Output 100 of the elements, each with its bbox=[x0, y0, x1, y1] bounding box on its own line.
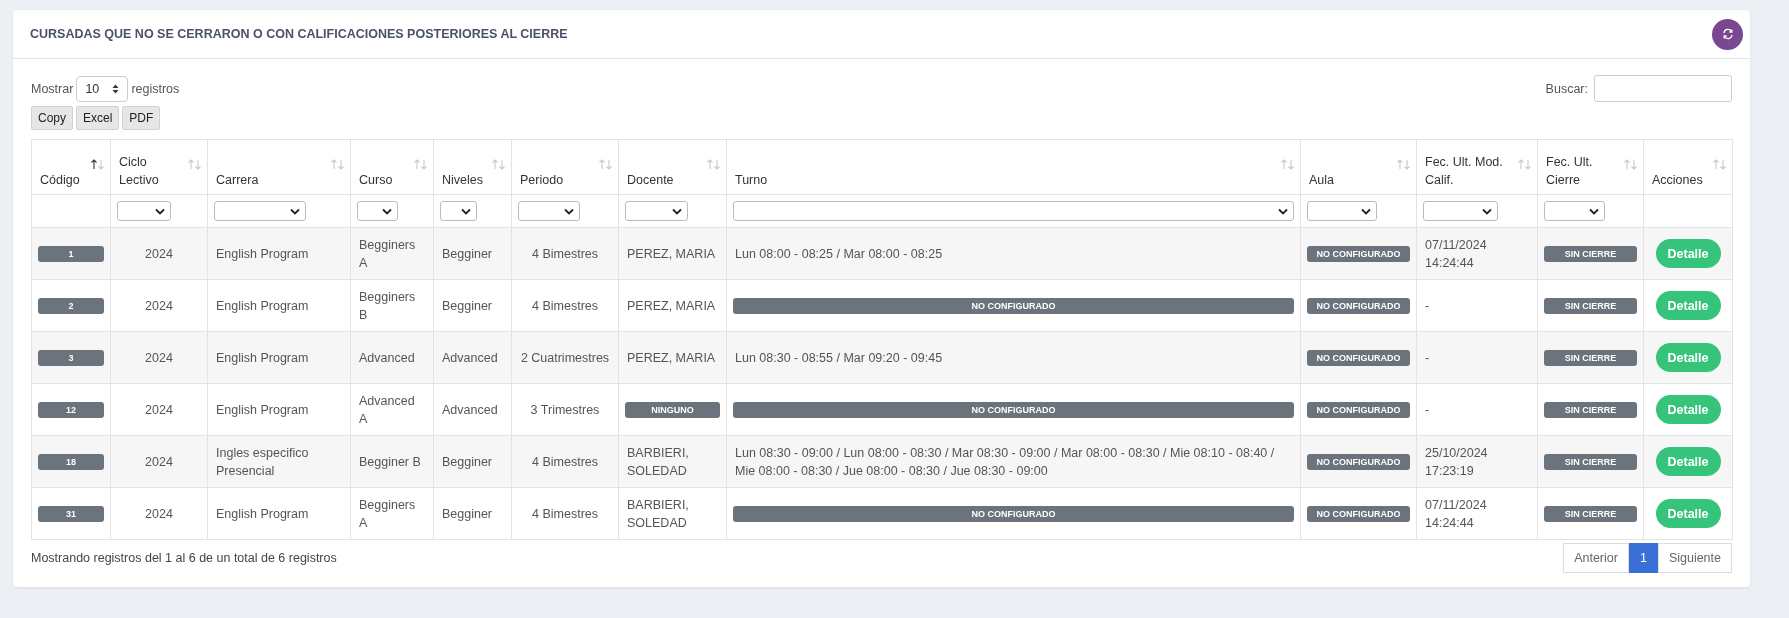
table-cell: Advanced bbox=[359, 350, 415, 365]
table-cell: Advanced bbox=[442, 350, 498, 365]
table-cell: 2024 bbox=[145, 350, 173, 365]
status-badge: 1 bbox=[38, 245, 104, 262]
table-cell: English Program bbox=[216, 506, 309, 521]
chevron-down-icon bbox=[155, 207, 165, 215]
column-header[interactable]: Docente bbox=[618, 139, 727, 195]
table-cell: PEREZ, MARIA bbox=[627, 350, 716, 365]
table-cell: 2024 bbox=[145, 506, 173, 521]
table-cell: English Program bbox=[216, 350, 309, 365]
status-badge: NO CONFIGURADO bbox=[1307, 245, 1410, 262]
updown-icon bbox=[112, 83, 120, 94]
status-badge: SIN CIERRE bbox=[1544, 505, 1637, 522]
table-cell: 3 Trimestres bbox=[530, 402, 600, 417]
table-cell: Lun 08:30 - 09:00 / Lun 08:00 - 08:30 / Mar 08:30 - 09:00 / Mar 08:00 - 08:30 / Mie 08:10 - 08:40 / Mie 08:00 - 08:30 / Jue 08:00 - 08:30 / Jue 08:30 - 09:00 bbox=[735, 445, 1275, 478]
table-cell: Begginer bbox=[442, 506, 493, 521]
chevron-down-icon bbox=[461, 207, 471, 215]
page-button[interactable]: 1 bbox=[1628, 543, 1658, 573]
table-cell: Begginers A bbox=[359, 497, 416, 530]
table-cell: - bbox=[1425, 402, 1430, 417]
column-header[interactable]: Ciclo Lectivo bbox=[110, 139, 208, 195]
status-badge: 31 bbox=[38, 505, 104, 522]
table-cell: PEREZ, MARIA bbox=[627, 246, 716, 261]
table-info: Mostrando registros del 1 al 6 de un total de 6 registros bbox=[31, 551, 337, 565]
export-button[interactable]: Copy bbox=[31, 106, 73, 130]
chevron-down-icon bbox=[1278, 207, 1288, 215]
status-badge: 12 bbox=[38, 401, 104, 418]
status-badge: NO CONFIGURADO bbox=[733, 401, 1294, 418]
chevron-down-icon bbox=[672, 207, 682, 215]
column-header[interactable]: Turno bbox=[726, 139, 1301, 195]
column-header[interactable]: Aula bbox=[1300, 139, 1417, 195]
length-label: Mostrar bbox=[31, 81, 74, 96]
status-badge: NO CONFIGURADO bbox=[1307, 505, 1410, 522]
chevron-down-icon bbox=[1482, 207, 1492, 215]
status-badge: NO CONFIGURADO bbox=[1307, 297, 1410, 314]
status-badge: SIN CIERRE bbox=[1544, 401, 1637, 418]
page-button[interactable]: Anterior bbox=[1563, 543, 1629, 573]
status-badge: SIN CIERRE bbox=[1544, 453, 1637, 470]
table-cell: 4 Bimestres bbox=[532, 246, 598, 261]
table-cell: Begginers B bbox=[359, 289, 416, 322]
search-field[interactable] bbox=[1594, 75, 1732, 102]
table-cell: English Program bbox=[216, 246, 309, 261]
table-cell: Lun 08:30 - 08:55 / Mar 09:20 - 09:45 bbox=[735, 350, 943, 365]
status-badge: SIN CIERRE bbox=[1544, 245, 1637, 262]
table-cell: 4 Bimestres bbox=[532, 454, 598, 469]
table-cell: Advanced bbox=[442, 402, 498, 417]
table-cell: Begginer B bbox=[359, 454, 421, 469]
table-cell: 07/11/2024 14:24:44 bbox=[1425, 237, 1487, 270]
table-cell: BARBIERI, SOLEDAD bbox=[627, 445, 689, 478]
table-cell: 4 Bimestres bbox=[532, 298, 598, 313]
table-cell: 2024 bbox=[145, 402, 173, 417]
table-cell: - bbox=[1425, 350, 1430, 365]
table-cell: 2024 bbox=[145, 298, 173, 313]
status-badge: 2 bbox=[38, 297, 104, 314]
table-cell: Begginer bbox=[442, 246, 493, 261]
table-cell: Begginers A bbox=[359, 237, 416, 270]
column-header[interactable]: Curso bbox=[350, 139, 434, 195]
chevron-down-icon bbox=[290, 207, 300, 215]
table-cell: Begginer bbox=[442, 454, 493, 469]
table-cell: 2024 bbox=[145, 246, 173, 261]
status-badge: NINGUNO bbox=[625, 401, 720, 418]
refresh-icon bbox=[1721, 28, 1734, 40]
status-badge: NO CONFIGURADO bbox=[1307, 349, 1410, 366]
table-cell: Ingles especifico Presencial bbox=[216, 445, 309, 478]
length-label: registros bbox=[131, 81, 180, 96]
column-header[interactable]: Fec. Ult. Mod. Calif. bbox=[1416, 139, 1538, 195]
column-header[interactable]: Código bbox=[31, 139, 111, 195]
card-title: CURSADAS QUE NO SE CERRARON O CON CALIFICACIONES POSTERIORES AL CIERRE bbox=[30, 27, 568, 41]
table-cell: 2024 bbox=[145, 454, 173, 469]
export-button[interactable]: Excel bbox=[76, 106, 120, 130]
table-cell: English Program bbox=[216, 298, 309, 313]
table-cell: Begginer bbox=[442, 298, 493, 313]
column-header[interactable]: Acciones bbox=[1643, 139, 1733, 195]
column-header[interactable]: Periodo bbox=[511, 139, 619, 195]
status-badge: NO CONFIGURADO bbox=[733, 505, 1294, 522]
table-cell: PEREZ, MARIA bbox=[627, 298, 716, 313]
chevron-down-icon bbox=[1361, 207, 1371, 215]
column-header[interactable]: Carrera bbox=[207, 139, 351, 195]
table-cell: BARBIERI, SOLEDAD bbox=[627, 497, 689, 530]
column-header[interactable]: Fec. Ult. Cierre bbox=[1537, 139, 1644, 195]
table-cell: Advanced A bbox=[359, 393, 415, 426]
filter-select[interactable] bbox=[440, 201, 477, 221]
page-button[interactable]: Siguiente bbox=[1657, 543, 1732, 573]
refresh-button[interactable] bbox=[1712, 18, 1743, 50]
status-badge: SIN CIERRE bbox=[1544, 297, 1637, 314]
export-button[interactable]: PDF bbox=[122, 106, 161, 130]
search-label: Buscar: bbox=[1545, 81, 1588, 96]
status-badge: NO CONFIGURADO bbox=[733, 297, 1294, 314]
chevron-down-icon bbox=[1589, 207, 1599, 215]
page-length-select[interactable]: 10 bbox=[76, 75, 129, 102]
table-cell: 4 Bimestres bbox=[532, 506, 598, 521]
column-header[interactable]: Niveles bbox=[433, 139, 512, 195]
status-badge: 18 bbox=[38, 453, 104, 470]
table-cell: - bbox=[1425, 298, 1430, 313]
chevron-down-icon bbox=[564, 207, 574, 215]
status-badge: SIN CIERRE bbox=[1544, 349, 1637, 366]
status-badge: 3 bbox=[38, 349, 104, 366]
status-badge: NO CONFIGURADO bbox=[1307, 401, 1410, 418]
table-cell: 2 Cuatrimestres bbox=[520, 350, 610, 365]
chevron-down-icon bbox=[382, 207, 392, 215]
